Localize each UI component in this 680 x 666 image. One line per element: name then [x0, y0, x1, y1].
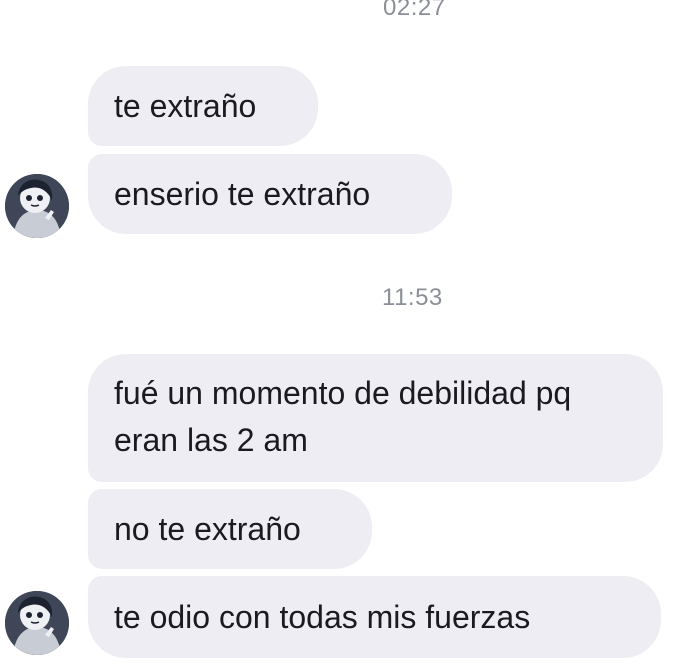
message-bubble[interactable]: te extraño: [88, 66, 318, 146]
cartoon-girl-avatar-icon: [5, 591, 69, 655]
cartoon-girl-avatar-icon: [5, 174, 69, 238]
timestamp-top: 02:27: [383, 0, 446, 21]
sender-avatar[interactable]: [5, 174, 69, 238]
timestamp-middle: 11:53: [382, 284, 443, 311]
message-bubble[interactable]: enserio te extraño: [88, 154, 452, 234]
message-bubble[interactable]: fué un momento de debilidad pq eran las …: [88, 354, 663, 482]
sender-avatar[interactable]: [5, 591, 69, 655]
message-bubble[interactable]: no te extraño: [88, 489, 372, 569]
message-bubble[interactable]: te odio con todas mis fuerzas: [88, 576, 661, 658]
